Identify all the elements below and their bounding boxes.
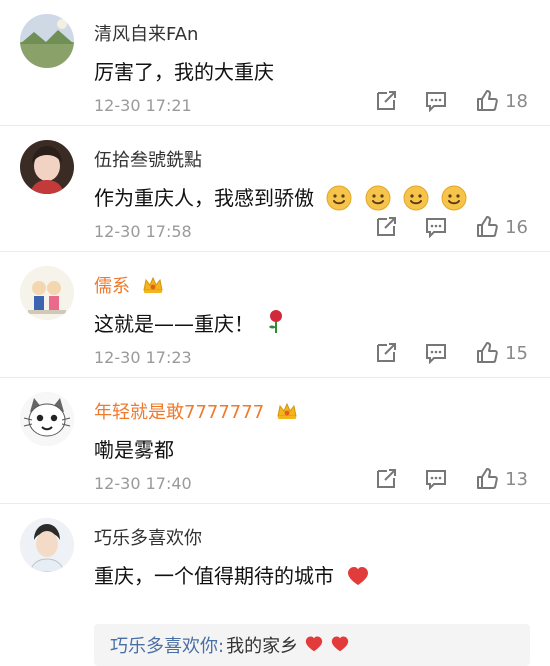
share-icon (377, 217, 397, 236)
like-count: 16 (505, 216, 528, 238)
smile-emoji (403, 185, 429, 216)
comment-text-content: 重庆，一个值得期待的城市 (94, 564, 334, 588)
comment-text: 作为重庆人，我感到骄傲 (94, 182, 467, 216)
person-icon (20, 518, 74, 572)
timestamp: 12-30 17:40 (94, 474, 192, 493)
landscape-icon (20, 14, 74, 68)
comment-actions: 18 (375, 89, 528, 113)
avatar[interactable] (20, 140, 74, 194)
rose-emoji (266, 309, 286, 340)
thumbs-up-icon (477, 90, 498, 111)
comment-text: 厉害了，我的大重庆 (94, 60, 274, 84)
comment-actions: 13 (375, 467, 528, 491)
timestamp: 12-30 17:58 (94, 222, 192, 241)
username[interactable]: 巧乐多喜欢你 (94, 524, 202, 550)
avatar[interactable] (20, 392, 74, 446)
heart-emoji (304, 634, 324, 657)
comment-actions: 15 (375, 341, 528, 365)
heart-emoji (330, 634, 350, 657)
avatar[interactable] (20, 266, 74, 320)
vip-crown-icon (276, 402, 298, 425)
avatar[interactable] (20, 14, 74, 68)
share-icon (377, 91, 397, 110)
avatar[interactable] (20, 518, 74, 572)
like-button[interactable]: 18 (475, 89, 528, 113)
comment-button[interactable] (425, 90, 447, 112)
person-icon (20, 140, 74, 194)
comment-text: 重庆，一个值得期待的城市 (94, 560, 370, 591)
comment-text-content: 这就是——重庆！ (94, 312, 254, 336)
thumbs-up-icon (477, 216, 498, 237)
comment-icon (426, 218, 447, 238)
comment-icon (426, 92, 447, 112)
smile-emoji (326, 185, 352, 216)
comment-button[interactable] (425, 342, 447, 364)
thumbs-up-icon (477, 342, 498, 363)
comment-item: 清风自来FAn 厉害了，我的大重庆 12-30 17:21 18 (0, 0, 550, 126)
thumbs-up-icon (477, 468, 498, 489)
comment-text: 嘞是雾都 (94, 438, 174, 462)
comment-icon (426, 470, 447, 490)
username[interactable]: 伍拾叁號銑點 (94, 146, 202, 172)
share-button[interactable] (375, 216, 397, 238)
like-count: 18 (505, 90, 528, 112)
username-text: 儒系 (94, 276, 130, 297)
comment-item: 伍拾叁號銑點 作为重庆人，我感到骄傲 12-30 17:58 16 (0, 126, 550, 252)
like-count: 15 (505, 342, 528, 364)
cartoon-icon (20, 266, 74, 320)
comment-button[interactable] (425, 216, 447, 238)
comment-text-content: 作为重庆人，我感到骄傲 (94, 186, 314, 210)
comment-item: 巧乐多喜欢你 重庆，一个值得期待的城市 巧乐多喜欢你: 我的家乡 (0, 504, 550, 666)
comment-text: 这就是——重庆！ (94, 308, 286, 340)
comment-feed: 清风自来FAn 厉害了，我的大重庆 12-30 17:21 18 伍拾叁號銑點 … (0, 0, 550, 666)
smile-emoji (365, 185, 391, 216)
comment-actions: 16 (375, 215, 528, 239)
comment-item: 儒系 这就是——重庆！ 12-30 17:23 15 (0, 252, 550, 378)
share-button[interactable] (375, 90, 397, 112)
like-button[interactable]: 16 (475, 215, 528, 239)
comment-item: 年轻就是敢7777777 嘞是雾都 12-30 17:40 13 (0, 378, 550, 504)
username[interactable]: 年轻就是敢7777777 (94, 398, 298, 425)
reply-preview[interactable]: 巧乐多喜欢你: 我的家乡 (94, 624, 530, 666)
comment-icon (426, 344, 447, 364)
username-text: 年轻就是敢7777777 (94, 402, 265, 423)
reply-text: 我的家乡 (226, 636, 299, 657)
reply-username[interactable]: 巧乐多喜欢你: (110, 632, 224, 658)
timestamp: 12-30 17:21 (94, 96, 192, 115)
timestamp: 12-30 17:23 (94, 348, 192, 367)
cat-icon (20, 392, 74, 446)
like-count: 13 (505, 468, 528, 490)
share-button[interactable] (375, 468, 397, 490)
share-icon (377, 343, 397, 362)
comment-button[interactable] (425, 468, 447, 490)
like-button[interactable]: 13 (475, 467, 528, 491)
smile-emoji (441, 185, 467, 216)
vip-crown-icon (142, 276, 164, 299)
username[interactable]: 清风自来FAn (94, 20, 198, 46)
share-button[interactable] (375, 342, 397, 364)
like-button[interactable]: 15 (475, 341, 528, 365)
username[interactable]: 儒系 (94, 272, 164, 299)
heart-emoji (346, 564, 370, 591)
share-icon (377, 469, 397, 488)
